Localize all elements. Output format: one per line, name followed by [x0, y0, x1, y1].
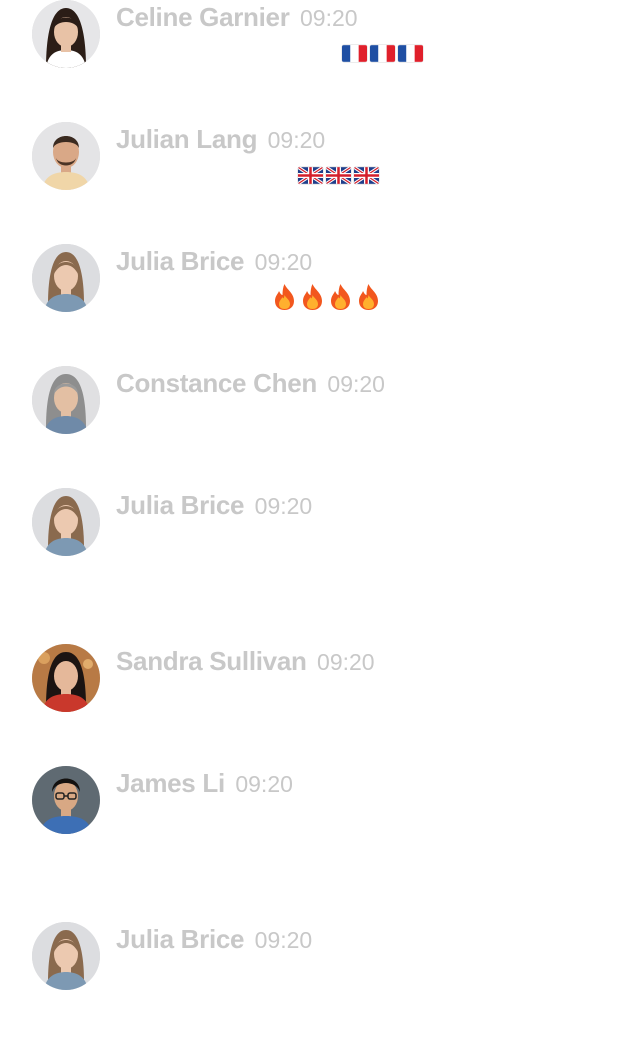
message-header: Julian Lang 09:20	[116, 124, 325, 155]
sender-name[interactable]: James Li	[116, 768, 225, 798]
message-header: Julia Brice 09:20	[116, 924, 312, 955]
sender-name[interactable]: Julian Lang	[116, 124, 257, 154]
sender-name[interactable]: Julia Brice	[116, 924, 245, 954]
reaction-row	[298, 160, 382, 188]
flag-fr-icon	[398, 44, 423, 62]
message-time: 09:20	[254, 927, 313, 953]
avatar[interactable]	[32, 0, 100, 68]
message-header: Julia Brice 09:20	[116, 490, 312, 521]
message-time: 09:20	[254, 249, 313, 275]
avatar[interactable]	[32, 122, 100, 190]
message-time: 09:20	[317, 649, 375, 675]
sender-name[interactable]: Julia Brice	[116, 490, 245, 520]
flag-fr-icon	[342, 44, 367, 62]
message-time: 09:20	[267, 127, 326, 153]
message-time: 09:20	[327, 371, 385, 397]
message-time: 09:20	[300, 5, 358, 31]
sender-name[interactable]: Celine Garnier	[116, 2, 290, 32]
flag-fr-icon	[370, 44, 395, 62]
avatar[interactable]	[32, 366, 100, 434]
message-header: Julia Brice 09:20	[116, 246, 312, 277]
reaction-row	[342, 38, 426, 66]
fire-icon	[328, 283, 353, 311]
message-header: Sandra Sullivan 09:20	[116, 646, 375, 677]
message-header: Constance Chen 09:20	[116, 368, 385, 399]
sender-name[interactable]: Sandra Sullivan	[116, 646, 307, 676]
fire-icon	[356, 283, 381, 311]
sender-name[interactable]: Constance Chen	[116, 368, 317, 398]
message-time: 09:20	[235, 771, 293, 797]
flag-gb-icon	[326, 166, 351, 184]
avatar[interactable]	[32, 644, 100, 712]
flag-gb-icon	[354, 166, 379, 184]
message-header: Celine Garnier 09:20	[116, 2, 358, 33]
avatar[interactable]	[32, 766, 100, 834]
sender-name[interactable]: Julia Brice	[116, 246, 245, 276]
avatar[interactable]	[32, 244, 100, 312]
flag-gb-icon	[298, 166, 323, 184]
fire-icon	[272, 283, 297, 311]
fire-icon	[300, 283, 325, 311]
message-header: James Li 09:20	[116, 768, 293, 799]
avatar[interactable]	[32, 922, 100, 990]
avatar[interactable]	[32, 488, 100, 556]
reaction-row	[272, 282, 384, 311]
message-time: 09:20	[254, 493, 313, 519]
